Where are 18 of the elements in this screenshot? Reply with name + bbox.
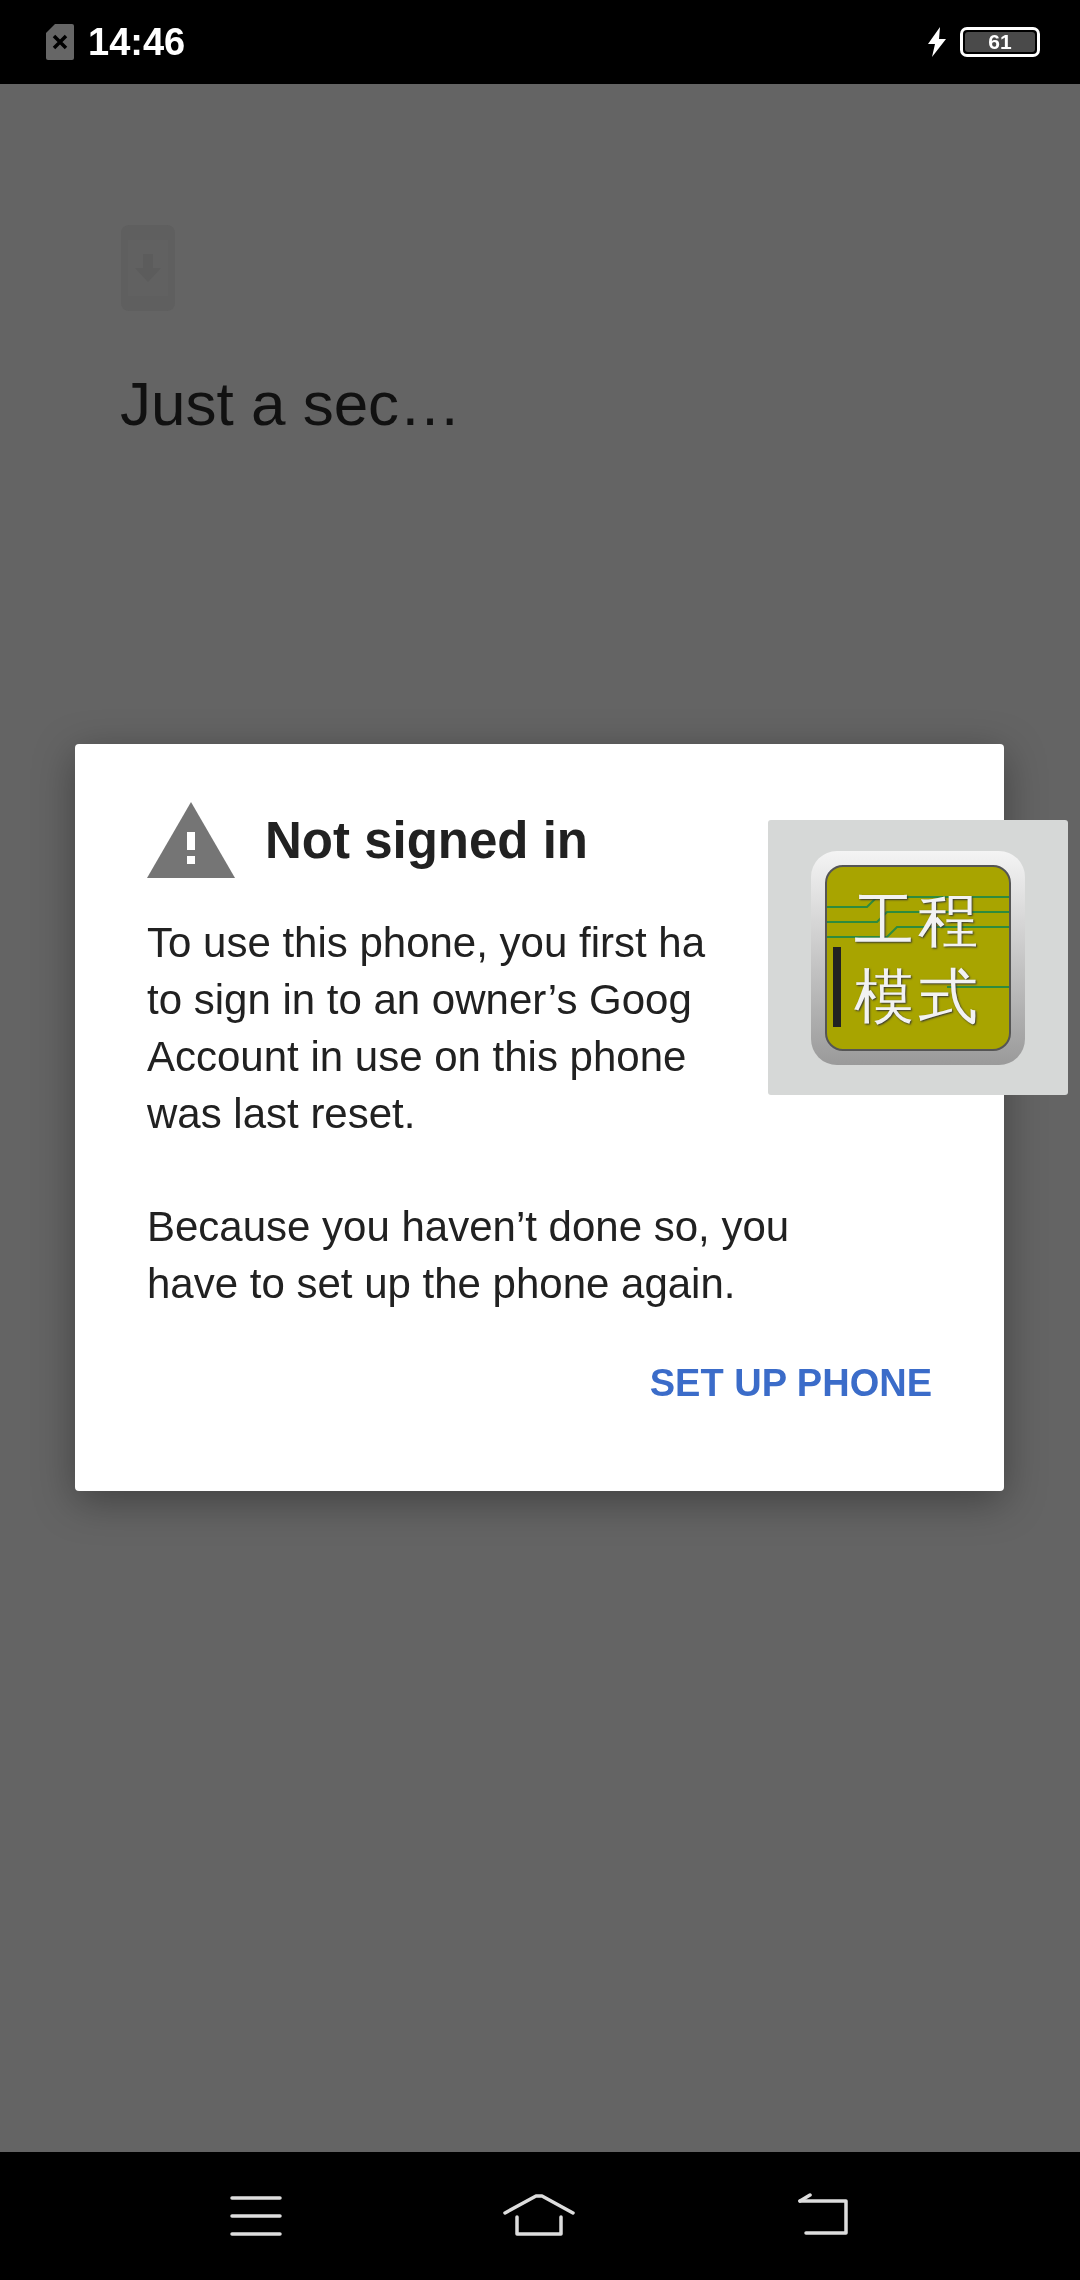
dialog-title: Not signed in [265,810,588,870]
dialog-text: To use this phone, you first ha [147,918,705,968]
dialog-text: Account in use on this phone [147,1032,687,1082]
charging-bolt-icon [928,27,946,57]
screen-title: Just a sec… [120,368,463,439]
battery-indicator: 61 [960,27,1040,57]
dialog-text: to sign in to an owner’s Goog [147,975,692,1025]
app-label: 模式 [854,959,982,1033]
sim-card-icon [46,24,74,60]
dialog-text: have to set up the phone again. [147,1259,736,1309]
home-icon[interactable] [503,2193,575,2239]
dialog-text: Because you haven’t done so, you [147,1202,790,1252]
clock-time: 14:46 [88,20,186,64]
warning-icon [147,802,235,878]
menu-icon[interactable] [230,2194,283,2238]
set-up-phone-button[interactable]: SET UP PHONE [637,1354,944,1413]
app-label: 工程 [854,883,982,957]
dialog-text: was last reset. [147,1089,416,1139]
